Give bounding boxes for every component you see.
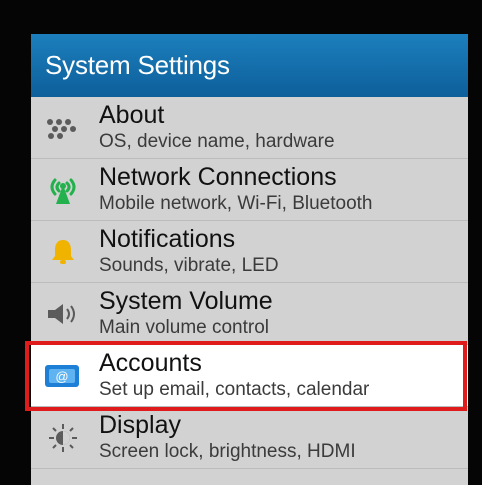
setting-subtitle: OS, device name, hardware bbox=[99, 131, 335, 152]
setting-item-system-volume[interactable]: System Volume Main volume control bbox=[31, 283, 468, 345]
settings-list: About OS, device name, hardware Network … bbox=[31, 97, 468, 469]
setting-item-network-connections[interactable]: Network Connections Mobile network, Wi-F… bbox=[31, 159, 468, 221]
setting-label: Network Connections bbox=[99, 163, 337, 191]
setting-label: Accounts bbox=[99, 349, 202, 377]
setting-label: System Volume bbox=[99, 287, 273, 315]
title-bar: System Settings bbox=[31, 34, 468, 97]
setting-item-accounts[interactable]: @ Accounts Set up email, contacts, calen… bbox=[31, 345, 468, 407]
settings-screen: System Settings About OS, device name, h… bbox=[31, 34, 468, 485]
speaker-icon bbox=[43, 298, 83, 330]
brightness-icon bbox=[43, 422, 83, 454]
setting-subtitle: Sounds, vibrate, LED bbox=[99, 255, 279, 276]
device-frame: System Settings About OS, device name, h… bbox=[0, 0, 482, 485]
setting-item-display[interactable]: Display Screen lock, brightness, HDMI bbox=[31, 407, 468, 469]
blackberry-logo-icon bbox=[43, 112, 83, 144]
setting-subtitle: Screen lock, brightness, HDMI bbox=[99, 441, 356, 462]
setting-item-about[interactable]: About OS, device name, hardware bbox=[31, 97, 468, 159]
setting-label: About bbox=[99, 101, 165, 129]
setting-item-notifications[interactable]: Notifications Sounds, vibrate, LED bbox=[31, 221, 468, 283]
setting-subtitle: Set up email, contacts, calendar bbox=[99, 379, 370, 400]
svg-text:@: @ bbox=[55, 369, 68, 384]
setting-label: Notifications bbox=[99, 225, 236, 253]
network-antenna-icon bbox=[43, 174, 83, 206]
setting-subtitle: Mobile network, Wi-Fi, Bluetooth bbox=[99, 193, 373, 214]
setting-subtitle: Main volume control bbox=[99, 317, 270, 338]
setting-label: Display bbox=[99, 411, 181, 439]
accounts-email-icon: @ bbox=[43, 360, 83, 392]
bell-icon bbox=[43, 236, 83, 268]
page-title: System Settings bbox=[45, 50, 230, 80]
